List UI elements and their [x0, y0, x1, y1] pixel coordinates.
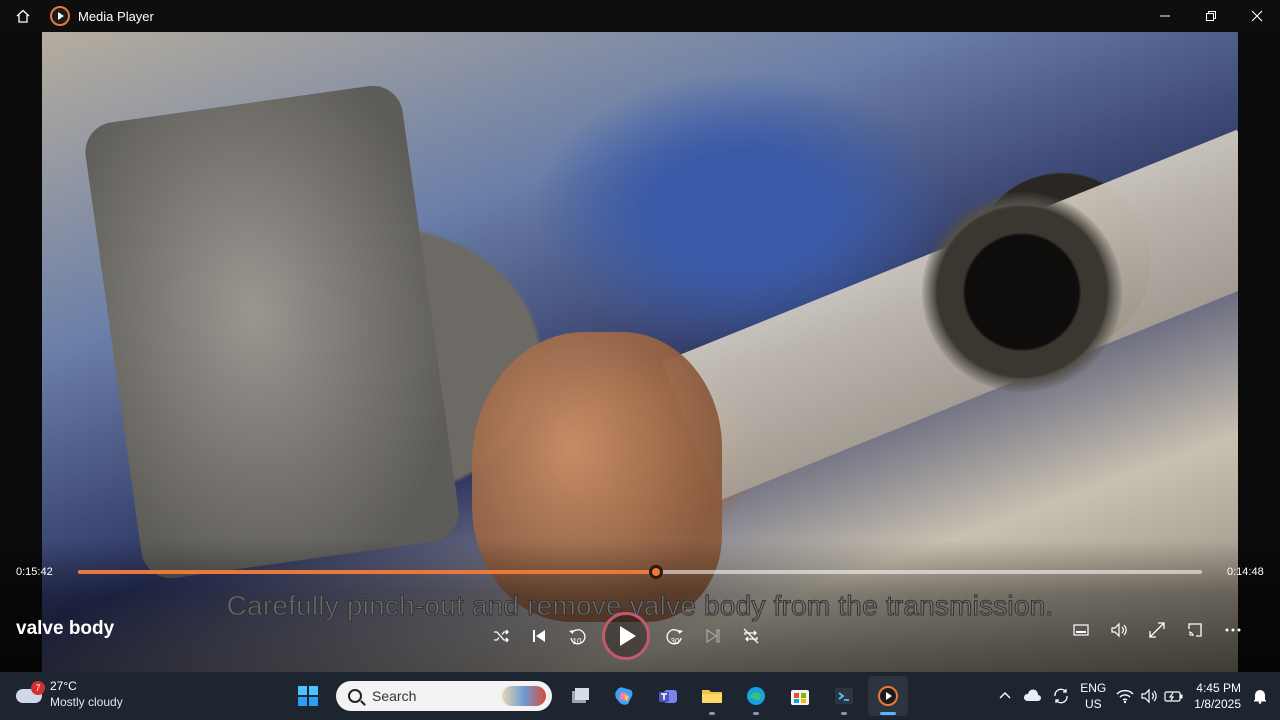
skip-forward-seconds: 30 [670, 637, 680, 646]
taskbar-search[interactable]: Search [336, 681, 552, 711]
video-content-valve-body [81, 81, 463, 583]
taskbar-center: Search [286, 676, 910, 716]
miniplayer-button[interactable] [1062, 612, 1100, 648]
clock[interactable]: 4:45 PM 1/8/2025 [1194, 672, 1241, 720]
miniplayer-icon [1073, 624, 1089, 636]
teams-button[interactable] [648, 676, 688, 716]
close-icon [1251, 10, 1263, 22]
seek-bar[interactable] [78, 565, 1202, 579]
home-button[interactable] [0, 0, 46, 32]
play-button[interactable] [602, 612, 650, 660]
start-button[interactable] [288, 676, 328, 716]
more-options-button[interactable] [1214, 612, 1252, 648]
copilot-button[interactable] [604, 676, 644, 716]
media-player-icon [878, 686, 898, 706]
teams-icon [659, 690, 677, 703]
search-placeholder: Search [372, 688, 417, 704]
restore-icon [1206, 11, 1216, 21]
window-title: Media Player [78, 8, 154, 24]
secondary-controls [1062, 612, 1252, 648]
file-explorer-button[interactable] [692, 676, 732, 716]
cast-icon [1188, 623, 1202, 637]
clock-time: 4:45 PM [1196, 681, 1241, 695]
folder-icon [702, 690, 722, 703]
active-indicator [880, 712, 896, 715]
volume-button[interactable] [1100, 612, 1138, 648]
running-indicator [709, 712, 715, 715]
store-icon [791, 690, 809, 705]
onedrive-cloud-icon [1024, 689, 1042, 701]
edge-button[interactable] [736, 676, 776, 716]
speaker-icon [1141, 688, 1157, 704]
running-indicator [841, 712, 847, 715]
playback-controls: 10 30 [482, 612, 770, 660]
media-player-taskbar-button[interactable] [868, 676, 908, 716]
fullscreen-button[interactable] [1138, 612, 1176, 648]
system-tray: ENG US 4:45 PM 1/8/2025 [993, 672, 1280, 720]
chevron-up-icon [999, 692, 1011, 699]
edge-icon [747, 687, 765, 705]
next-icon [706, 629, 720, 643]
bell-icon [1254, 690, 1266, 704]
weather-condition: Mostly cloudy [50, 695, 123, 709]
previous-button[interactable] [520, 618, 558, 654]
battery-icon [1164, 691, 1183, 702]
cast-button[interactable] [1176, 612, 1214, 648]
weather-temperature: 27°C [50, 679, 77, 693]
media-player-app-icon [50, 6, 70, 26]
search-highlight-image [502, 686, 546, 706]
language-code: ENG [1080, 681, 1107, 695]
wifi-icon [1116, 689, 1134, 704]
close-button[interactable] [1234, 0, 1280, 32]
home-icon [16, 9, 30, 23]
taskbar: 7 27°C Mostly cloudy Search ENG US 4:45 … [0, 672, 1280, 720]
task-view-icon [572, 688, 589, 703]
sync-icon [1054, 688, 1068, 704]
skip-forward-button[interactable]: 30 [656, 618, 694, 654]
volume-icon [1111, 622, 1127, 638]
repeat-off-icon [743, 628, 759, 644]
sync-button[interactable] [1052, 672, 1070, 720]
repeat-off-button[interactable] [732, 618, 770, 654]
language-indicator[interactable]: ENG US [1080, 672, 1106, 720]
previous-icon [533, 630, 545, 642]
terminal-icon [835, 688, 853, 704]
language-region: US [1084, 697, 1102, 711]
fullscreen-icon [1149, 622, 1165, 638]
task-view-button[interactable] [560, 676, 600, 716]
quick-settings-button[interactable] [1116, 672, 1184, 720]
more-icon [1225, 628, 1241, 632]
show-hidden-icons-button[interactable] [998, 672, 1012, 720]
notifications-button[interactable] [1252, 672, 1268, 720]
video-content-intake-tube [922, 192, 1122, 392]
weather-badge: 7 [31, 681, 45, 695]
media-title: valve body [16, 618, 115, 639]
weather-widget[interactable]: 7 27°C Mostly cloudy [14, 678, 123, 710]
shuffle-icon [494, 629, 509, 643]
restore-button[interactable] [1188, 0, 1234, 32]
skip-back-seconds: 10 [572, 637, 582, 646]
shuffle-button[interactable] [482, 618, 520, 654]
skip-back-button[interactable]: 10 [558, 618, 596, 654]
copilot-icon [615, 687, 633, 705]
onedrive-button[interactable] [1022, 672, 1042, 720]
next-button[interactable] [694, 618, 732, 654]
elapsed-time: 0:15:42 [16, 566, 53, 578]
terminal-button[interactable] [824, 676, 864, 716]
microsoft-store-button[interactable] [780, 676, 820, 716]
media-player-window: Media Player 0:15:42 0:14:48 Carefully p… [0, 0, 1280, 672]
clock-date: 1/8/2025 [1194, 697, 1241, 711]
search-icon [348, 689, 362, 703]
seek-bar-thumb[interactable] [648, 565, 663, 579]
seek-bar-progress [78, 570, 656, 574]
running-indicator [753, 712, 759, 715]
remaining-time: 0:14:48 [1227, 566, 1264, 578]
minimize-icon [1160, 15, 1170, 17]
windows-logo-icon [298, 686, 318, 706]
minimize-button[interactable] [1142, 0, 1188, 32]
cloud-icon: 7 [14, 681, 45, 705]
title-bar: Media Player [0, 0, 1280, 32]
